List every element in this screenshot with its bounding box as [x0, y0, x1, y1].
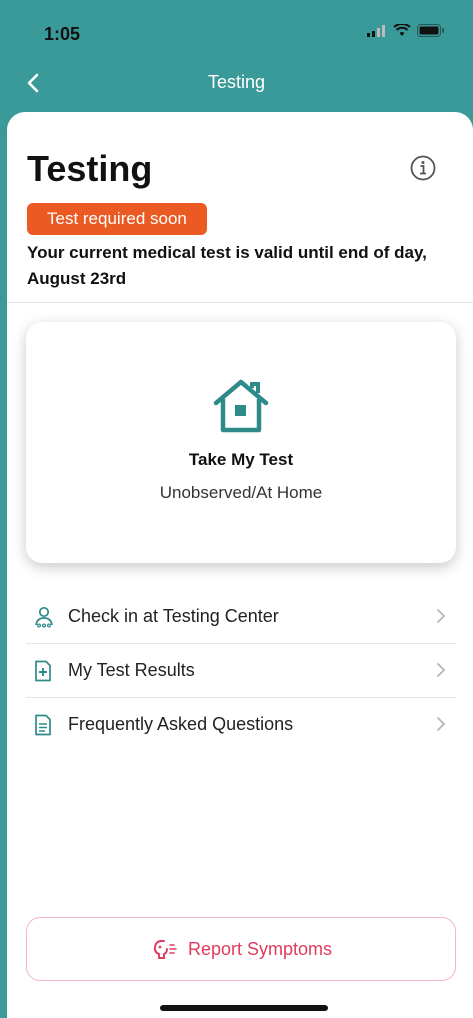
menu-list: Check in at Testing Center My Test Resul… — [26, 590, 456, 751]
signal-icon — [367, 24, 385, 37]
info-button[interactable] — [409, 154, 437, 182]
status-icons — [367, 24, 445, 37]
page-title: Testing — [27, 148, 153, 189]
status-bar: 1:05 — [0, 0, 473, 60]
info-icon — [410, 155, 436, 181]
nav-title: Testing — [207, 72, 266, 92]
menu-item-faq[interactable]: Frequently Asked Questions — [26, 698, 456, 751]
status-time: 1:05 — [44, 24, 81, 44]
validity-text: Your current medical test is valid until… — [27, 243, 427, 288]
divider — [7, 302, 473, 303]
menu-item-label: My Test Results — [68, 660, 195, 680]
card-subtitle: Unobserved/At Home — [159, 483, 323, 502]
cough-icon — [153, 939, 177, 959]
chevron-right-icon — [437, 609, 446, 623]
take-my-test-card[interactable]: Take My Test Unobserved/At Home — [26, 322, 456, 563]
report-symptoms-button[interactable]: Report Symptoms — [26, 917, 456, 981]
nav-bar: Testing — [0, 60, 473, 108]
home-indicator — [160, 1005, 328, 1011]
content-sheet: Testing Test required soon Your current … — [7, 112, 473, 1018]
person-group-icon — [34, 606, 54, 628]
chevron-right-icon — [437, 663, 446, 677]
battery-icon — [417, 24, 444, 37]
wifi-icon — [393, 24, 411, 36]
chevron-right-icon — [437, 717, 446, 731]
menu-item-test-results[interactable]: My Test Results — [26, 644, 456, 698]
status-badge: Test required soon — [27, 203, 207, 235]
card-title: Take My Test — [188, 450, 294, 469]
menu-item-check-in[interactable]: Check in at Testing Center — [26, 590, 456, 644]
menu-item-label: Frequently Asked Questions — [68, 714, 294, 734]
house-icon — [213, 379, 269, 433]
document-lines-icon — [34, 714, 54, 736]
document-plus-icon — [34, 660, 54, 682]
menu-item-label: Check in at Testing Center — [68, 606, 279, 626]
report-symptoms-label: Report Symptoms — [187, 938, 333, 959]
